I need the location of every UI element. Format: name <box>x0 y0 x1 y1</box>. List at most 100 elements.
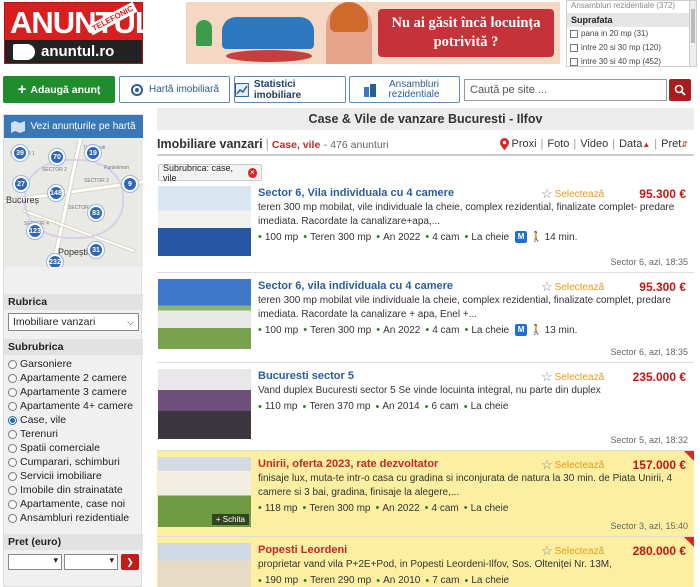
sort-video[interactable]: Video <box>580 138 608 150</box>
radio-button[interactable] <box>8 499 17 509</box>
listing-item[interactable]: Bucuresti sector 5 ☆ Selectează 235.000 € Va… <box>157 363 694 451</box>
bullet-icon: • <box>303 574 308 587</box>
favorite-button[interactable]: ☆ Selectează <box>541 186 604 202</box>
listing-description: Vand duplex Bucuresti sector 5 Se vinde … <box>258 385 601 396</box>
listing-photo[interactable]: + Schita <box>158 457 251 527</box>
star-icon: ☆ <box>541 369 553 384</box>
site-logo[interactable]: ANUNTUL TELEFONIC anuntul.ro <box>4 1 154 64</box>
bullet-icon: • <box>424 400 429 413</box>
checkbox[interactable] <box>570 58 578 66</box>
checkbox[interactable] <box>570 44 578 52</box>
subrubrica-option[interactable]: Imobile din strainatate <box>8 484 123 496</box>
listing-title[interactable]: Bucuresti sector 5 <box>258 370 354 382</box>
subrubrica-option[interactable]: Spatii comerciale <box>8 442 100 454</box>
subrubrica-option[interactable]: Garsoniere <box>8 358 72 370</box>
search-icon <box>674 84 686 96</box>
radio-button[interactable] <box>8 387 17 397</box>
favorite-button[interactable]: ☆ Selectează <box>541 457 604 473</box>
map-cluster-pin[interactable]: 9 <box>122 176 138 192</box>
surface-filter-box[interactable]: Ansambluri rezidentiale (372) Suprafata … <box>566 0 697 67</box>
bullet-icon: • <box>425 324 430 336</box>
radio-button[interactable] <box>8 415 17 425</box>
listing-photo[interactable] <box>158 369 251 439</box>
rubrica-select[interactable]: Imobiliare vanzari ⌵ <box>8 313 139 331</box>
add-listing-button[interactable]: + Adaugă anunț <box>3 76 115 103</box>
bullet-icon: • <box>258 574 262 587</box>
radio-button[interactable] <box>8 429 17 439</box>
map-cluster-pin[interactable]: 19 <box>85 145 101 161</box>
scrollbar[interactable] <box>689 1 696 66</box>
listing-item[interactable]: Sector 6, vila individuala cu 4 camere ☆ S… <box>157 273 694 363</box>
sort-data[interactable]: Data▲ <box>619 138 650 150</box>
favorite-button[interactable]: ☆ Selectează <box>541 279 604 295</box>
map-cluster-pin[interactable]: 31 <box>88 242 104 258</box>
section-heading[interactable]: Imobiliare vanzari <box>157 137 263 151</box>
residential-complexes-button[interactable]: Ansambluri rezidentiale <box>349 76 460 103</box>
listing-description: teren 300 mp mobilat, vile individuale l… <box>258 202 675 227</box>
subrubrica-option[interactable]: Terenuri <box>8 428 58 440</box>
subrubrica-option[interactable]: Servicii imobiliare <box>8 470 102 482</box>
listing-features: • 100 mp • Teren 300 mp • An 2022 • 4 cam • La ch… <box>258 324 578 336</box>
surface-option[interactable]: pana in 20 mp (31) <box>567 27 696 41</box>
listing-price: 95.300 € <box>639 280 686 294</box>
map-cluster-pin[interactable]: 70 <box>49 149 65 165</box>
favorite-button[interactable]: ☆ Selectează <box>541 369 604 385</box>
real-estate-map-button[interactable]: Hartă imobiliară <box>119 76 230 103</box>
radio-button[interactable] <box>8 443 17 453</box>
map-cluster-pin[interactable]: 27 <box>13 176 29 192</box>
listing-item[interactable]: Sector 6, Vila individuala cu 4 camere ☆ S… <box>157 180 694 273</box>
radio-button[interactable] <box>8 359 17 369</box>
subrubrica-option[interactable]: Apartamente, case noi <box>8 498 125 510</box>
map-cluster-pin[interactable]: 123 <box>27 223 43 239</box>
map-tiny-label: SECTOR 2 <box>84 178 109 184</box>
surface-option[interactable]: intre 30 si 40 mp (452) <box>567 55 696 66</box>
listing-item[interactable]: + Schita Unirii, oferta 2023, rate dezvol… <box>157 451 694 537</box>
view-on-map-button[interactable]: Vezi anunțurile pe hartă <box>4 115 143 138</box>
subrubrica-option[interactable]: Cumparari, schimburi <box>8 456 120 468</box>
price-go-button[interactable]: ❯ <box>121 554 139 570</box>
listing-item[interactable]: Popesti Leordeni ☆ Selectează 280.000 € prop… <box>157 537 694 587</box>
remove-filter-icon[interactable]: × <box>247 167 257 178</box>
radio-button[interactable] <box>8 513 17 523</box>
radio-button[interactable] <box>8 471 17 481</box>
listing-features: • 110 mp • Teren 370 mp • An 2014 • 6 cam • La ch… <box>258 400 509 413</box>
checkbox[interactable] <box>570 30 578 38</box>
map-cluster-pin[interactable]: 83 <box>88 205 104 221</box>
listing-photo[interactable] <box>158 543 251 587</box>
listing-title[interactable]: Sector 6, Vila individuala cu 4 camere <box>258 187 454 199</box>
subrubrica-option[interactable]: Apartamente 3 camere <box>8 386 127 398</box>
listing-title[interactable]: Sector 6, vila individuala cu 4 camere <box>258 280 453 292</box>
radio-button[interactable] <box>8 485 17 495</box>
map-cluster-pin[interactable]: 148 <box>48 185 64 201</box>
radio-button[interactable] <box>8 373 17 383</box>
search-input[interactable] <box>464 79 667 101</box>
price-min-select[interactable]: ▾ <box>8 554 62 570</box>
subrubrica-option[interactable]: Apartamente 2 camere <box>8 372 127 384</box>
map-cluster-pin[interactable]: 39 <box>12 145 28 161</box>
listing-photo[interactable] <box>158 186 251 256</box>
sort-pret[interactable]: Pret⇵ <box>661 138 688 150</box>
favorite-button[interactable]: ☆ Selectează <box>541 543 604 559</box>
active-filter-tag[interactable]: Subrubrica: case, vile × <box>158 163 262 183</box>
mini-map[interactable]: SECTOR 1 SECTOR 2 SECTOR 2 SECTOR 3 SECT… <box>4 139 143 267</box>
radio-button[interactable] <box>8 401 17 411</box>
search-button[interactable] <box>669 79 691 101</box>
surface-filter-title: Suprafata <box>567 13 696 27</box>
listing-photo[interactable] <box>158 279 251 349</box>
map-cluster-pin[interactable]: 232 <box>47 254 63 267</box>
listing-title[interactable]: Popesti Leordeni <box>258 544 347 556</box>
price-max-select[interactable]: ▾ <box>64 554 118 570</box>
surface-option[interactable]: intre 20 si 30 mp (120) <box>567 41 696 55</box>
subrubrica-option[interactable]: Case, vile <box>8 414 66 426</box>
sort-proxi[interactable]: Proxi <box>511 138 536 150</box>
listing-title[interactable]: Unirii, oferta 2023, rate dezvoltator <box>258 458 438 470</box>
bullet-icon: • <box>258 231 262 243</box>
real-estate-stats-button[interactable]: Statistici imobiliare <box>234 76 346 103</box>
subrubrica-option[interactable]: Ansambluri rezidentiale <box>8 512 129 524</box>
ad-banner[interactable]: Nu ai găsit încă locuința potrivită ? <box>186 2 560 64</box>
subrubrica-option[interactable]: Apartamente 4+ camere <box>8 400 133 412</box>
plant-illustration <box>196 20 212 46</box>
rug-illustration <box>226 50 312 62</box>
sort-foto[interactable]: Foto <box>547 138 569 150</box>
radio-button[interactable] <box>8 457 17 467</box>
